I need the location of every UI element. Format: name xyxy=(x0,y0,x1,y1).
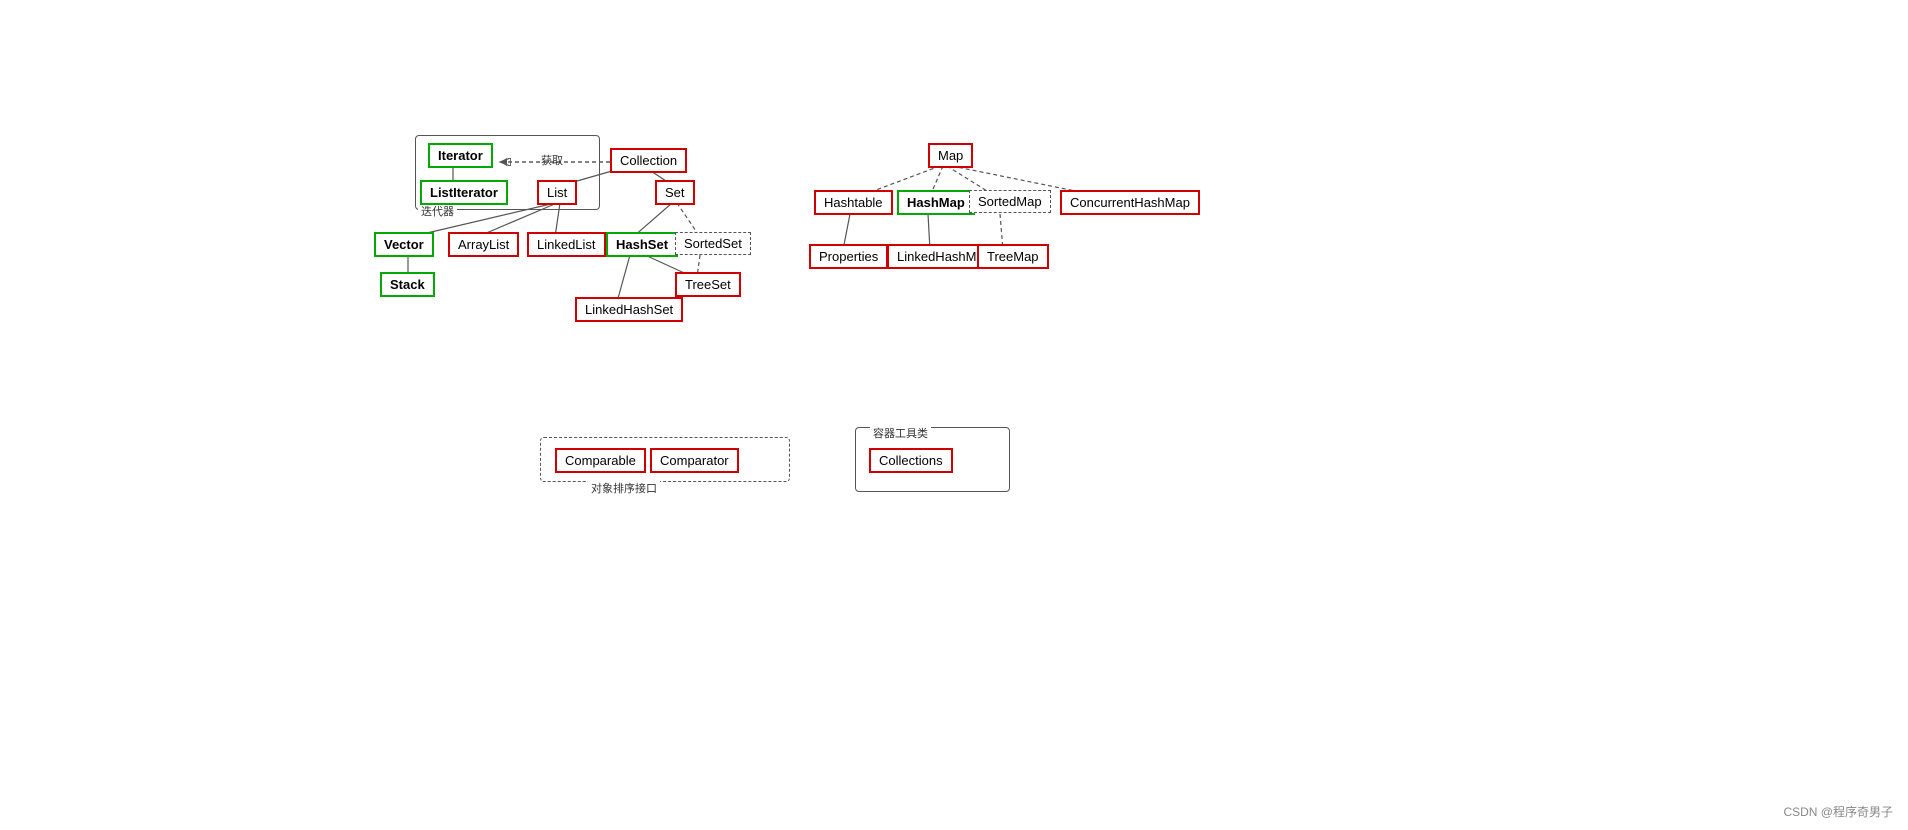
connection-lines xyxy=(0,0,1908,830)
tool-class-group-label: 容器工具类 xyxy=(870,425,931,441)
node-treeset: TreeSet xyxy=(675,272,741,297)
node-set: Set xyxy=(655,180,695,205)
node-hashmap: HashMap xyxy=(897,190,975,215)
node-sortedmap: SortedMap xyxy=(969,190,1051,213)
get-label: 获取 xyxy=(541,152,563,168)
node-comparable: Comparable xyxy=(555,448,646,473)
iterator-group-label: 迭代器 xyxy=(418,203,457,219)
diagram: 迭代器 对象排序接口 容器工具类 获取 Collection Iterator … xyxy=(0,0,1908,830)
node-map: Map xyxy=(928,143,973,168)
node-comparator: Comparator xyxy=(650,448,739,473)
node-sortedset: SortedSet xyxy=(675,232,751,255)
node-linkedlist: LinkedList xyxy=(527,232,606,257)
node-concurrenthashmap: ConcurrentHashMap xyxy=(1060,190,1200,215)
watermark: CSDN @程序奇男子 xyxy=(1783,803,1893,820)
node-treemap: TreeMap xyxy=(977,244,1049,269)
node-listiterator: ListIterator xyxy=(420,180,508,205)
node-collections: Collections xyxy=(869,448,953,473)
node-linkedhashset: LinkedHashSet xyxy=(575,297,683,322)
node-iterator: Iterator xyxy=(428,143,493,168)
node-collection: Collection xyxy=(610,148,687,173)
node-vector: Vector xyxy=(374,232,434,257)
node-stack: Stack xyxy=(380,272,435,297)
node-arraylist: ArrayList xyxy=(448,232,519,257)
node-properties: Properties xyxy=(809,244,888,269)
node-hashtable: Hashtable xyxy=(814,190,893,215)
node-list: List xyxy=(537,180,577,205)
node-hashset: HashSet xyxy=(606,232,678,257)
sort-interface-group-label: 对象排序接口 xyxy=(588,480,660,496)
